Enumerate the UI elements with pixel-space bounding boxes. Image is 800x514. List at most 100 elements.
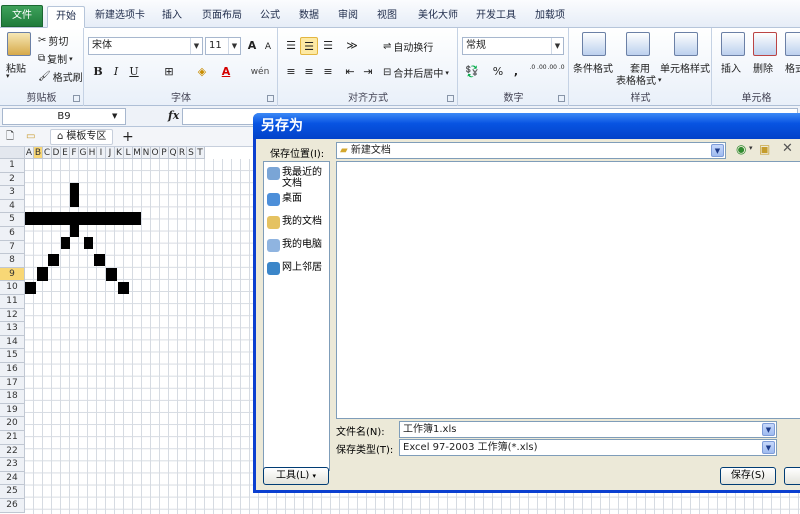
- open-folder-icon[interactable]: ▭: [26, 129, 35, 145]
- align-top-button[interactable]: ☰: [282, 37, 300, 55]
- insert-function-icon[interactable]: fx: [168, 109, 179, 122]
- copy-button[interactable]: ⧉ 复制 ▾: [38, 51, 73, 66]
- select-all-corner[interactable]: [0, 147, 25, 159]
- comma-button[interactable]: ,: [507, 63, 525, 81]
- decrease-decimal-button[interactable]: .00 .0: [547, 63, 565, 81]
- row-header[interactable]: 14: [0, 335, 25, 350]
- tab-data[interactable]: 数据: [294, 6, 324, 28]
- paste-dropdown-icon[interactable]: ▾: [6, 72, 10, 80]
- border-button[interactable]: ⊞: [160, 63, 178, 81]
- font-launcher-icon[interactable]: [267, 95, 274, 102]
- column-header[interactable]: G: [79, 147, 88, 159]
- row-header[interactable]: 18: [0, 390, 25, 404]
- column-header[interactable]: L: [124, 147, 133, 159]
- tab-formulas[interactable]: 公式: [255, 6, 285, 28]
- conditional-format-button[interactable]: 条件格式: [573, 60, 613, 75]
- row-header[interactable]: 3: [0, 186, 25, 200]
- column-header[interactable]: O: [151, 147, 160, 159]
- save-button[interactable]: 保存(S): [720, 467, 776, 485]
- fill-color-button[interactable]: ◈: [193, 63, 211, 81]
- format-painter-button[interactable]: 🖌 格式刷: [38, 69, 83, 84]
- save-in-combo[interactable]: ▰ 新建文档 ▼: [336, 142, 726, 159]
- alignment-launcher-icon[interactable]: [447, 95, 454, 102]
- name-box[interactable]: B9: [2, 108, 126, 125]
- wrap-text-button[interactable]: ⇌ 自动换行: [383, 39, 433, 54]
- currency-button[interactable]: 💱: [463, 63, 481, 81]
- clipboard-launcher-icon[interactable]: [73, 95, 80, 102]
- cell-styles-button[interactable]: 单元格样式: [660, 60, 710, 75]
- row-header[interactable]: 12: [0, 308, 25, 323]
- row-header[interactable]: 15: [0, 349, 25, 363]
- column-header[interactable]: P: [160, 147, 169, 159]
- font-size-combo[interactable]: 11 ▼: [205, 37, 241, 55]
- new-document-icon[interactable]: 🗋: [6, 129, 14, 145]
- selected-cell-b9[interactable]: [37, 267, 48, 281]
- increase-indent-button[interactable]: ⇥: [359, 63, 377, 81]
- column-header[interactable]: E: [61, 147, 70, 159]
- column-header[interactable]: Q: [169, 147, 178, 159]
- row-header[interactable]: 20: [0, 417, 25, 431]
- filled-cell[interactable]: [94, 254, 105, 266]
- merge-center-button[interactable]: ⊟ 合并后居中 ▾: [383, 65, 449, 80]
- column-header[interactable]: T: [196, 147, 205, 159]
- filled-cell[interactable]: [61, 237, 70, 249]
- tab-beautify[interactable]: 美化大师: [412, 6, 464, 28]
- tab-file[interactable]: 文件: [1, 5, 43, 27]
- column-header[interactable]: S: [187, 147, 196, 159]
- increase-decimal-button[interactable]: .0 .00: [529, 63, 547, 81]
- number-format-combo[interactable]: 常规 ▼: [462, 37, 564, 55]
- column-header[interactable]: I: [97, 147, 106, 159]
- up-folder-icon[interactable]: ▣: [759, 142, 770, 156]
- place-desktop[interactable]: 桌面: [267, 193, 302, 206]
- place-recent[interactable]: 我最近的文档: [267, 167, 329, 189]
- filled-cell[interactable]: [70, 225, 79, 237]
- tab-review[interactable]: 审阅: [333, 6, 363, 28]
- font-color-button[interactable]: A: [217, 63, 235, 81]
- place-my-computer[interactable]: 我的电脑: [267, 239, 322, 252]
- filled-cell[interactable]: [106, 268, 117, 281]
- template-zone-tab[interactable]: ⌂ 模板专区: [50, 129, 114, 145]
- underline-button[interactable]: U: [125, 63, 143, 81]
- row-header[interactable]: 11: [0, 295, 25, 309]
- filled-cell[interactable]: [118, 282, 129, 294]
- tab-new[interactable]: 新建选项卡: [92, 6, 148, 28]
- filled-cell-row[interactable]: [25, 212, 141, 225]
- row-header[interactable]: 21: [0, 431, 25, 445]
- column-header[interactable]: B: [34, 147, 43, 159]
- filled-cell[interactable]: [48, 254, 59, 266]
- back-dropdown-icon[interactable]: ▾: [749, 144, 753, 152]
- column-header[interactable]: F: [70, 147, 79, 159]
- column-header[interactable]: D: [52, 147, 61, 159]
- decrease-indent-button[interactable]: ⇤: [341, 63, 359, 81]
- row-header[interactable]: 5: [0, 213, 25, 227]
- column-header[interactable]: N: [142, 147, 151, 159]
- row-header[interactable]: 8: [0, 254, 25, 268]
- align-left-button[interactable]: ≡: [282, 63, 300, 81]
- row-header[interactable]: 2: [0, 172, 25, 187]
- tools-button[interactable]: 工具(L) ▾: [263, 467, 329, 485]
- row-header[interactable]: 25: [0, 485, 25, 499]
- row-header[interactable]: 22: [0, 444, 25, 459]
- font-name-combo[interactable]: 宋体 ▼: [88, 37, 203, 55]
- orientation-button[interactable]: ≫: [343, 37, 361, 55]
- name-box-dropdown-icon[interactable]: ▼: [112, 112, 117, 120]
- back-icon[interactable]: ◉: [736, 142, 746, 156]
- column-header[interactable]: C: [43, 147, 52, 159]
- table-format-button-line2[interactable]: 表格格式 ▾: [616, 72, 662, 88]
- row-header[interactable]: 19: [0, 403, 25, 418]
- filled-cell[interactable]: [70, 183, 79, 195]
- row-header[interactable]: 10: [0, 281, 25, 295]
- row-header[interactable]: 1: [0, 159, 25, 173]
- row-header[interactable]: 13: [0, 322, 25, 336]
- row-header[interactable]: 7: [0, 240, 25, 255]
- column-header[interactable]: A: [25, 147, 34, 159]
- delete-cells-button[interactable]: 删除: [753, 60, 773, 75]
- row-header[interactable]: 4: [0, 199, 25, 214]
- column-header[interactable]: H: [88, 147, 97, 159]
- tab-addins[interactable]: 加载项: [530, 6, 570, 28]
- row-header[interactable]: 23: [0, 458, 25, 472]
- column-header[interactable]: R: [178, 147, 187, 159]
- row-header[interactable]: 24: [0, 471, 25, 486]
- place-my-documents[interactable]: 我的文档: [267, 216, 322, 229]
- row-header[interactable]: 6: [0, 227, 25, 241]
